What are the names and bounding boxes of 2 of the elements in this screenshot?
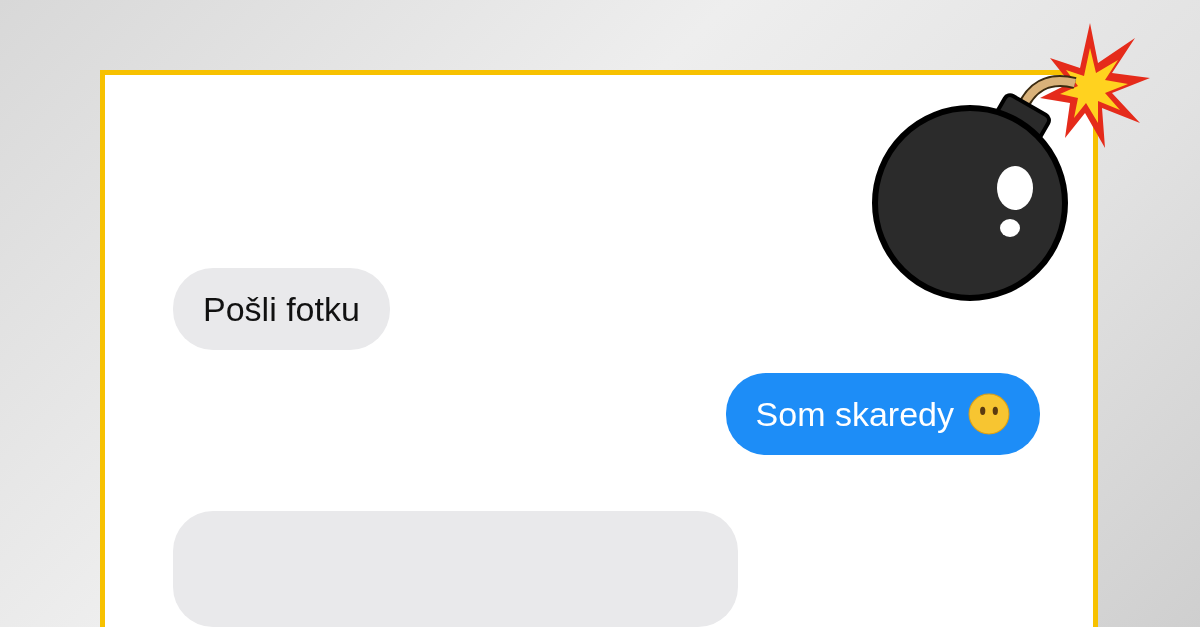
message-bubble: Pošli fotku [173, 268, 390, 350]
message-bubble: Som skaredy [725, 373, 1040, 455]
